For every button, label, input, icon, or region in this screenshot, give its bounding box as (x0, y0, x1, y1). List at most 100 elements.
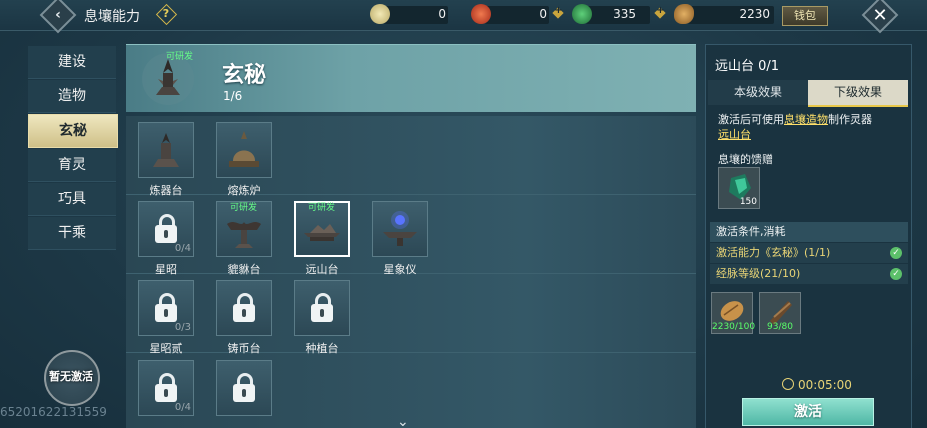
currency-value: 0 (438, 7, 446, 21)
nav-item-nurture[interactable]: 育灵 (28, 149, 116, 182)
astrolabe-icon (372, 201, 428, 257)
category-progress: 1/6 (223, 89, 243, 103)
nav-item-mystic[interactable]: 玄秘 (28, 114, 118, 148)
currency-value: 335 (613, 7, 636, 21)
question-icon[interactable]: ? (155, 3, 178, 26)
chevron-left-icon: ‹ (55, 7, 61, 23)
no-activation-badge[interactable]: 暂无激活 (44, 350, 102, 408)
lock-icon (231, 293, 257, 323)
mountain-platform-link[interactable]: 远山台 (718, 128, 751, 141)
lock-icon (153, 293, 179, 323)
tech-node-mountain-platform[interactable]: 可研发 远山台 (294, 201, 350, 276)
tech-node-label: 星象仪 (383, 263, 417, 276)
jade-coin-icon (370, 4, 390, 24)
wallet-button[interactable]: 钱包 (782, 6, 828, 26)
lock-icon (153, 214, 179, 244)
currency-value: 2230 (739, 7, 770, 21)
green-jade-icon (572, 4, 592, 24)
researchable-tag: 可研发 (308, 203, 336, 213)
tech-node-progress: 0/4 (174, 402, 191, 413)
tech-node-xingzhao-2[interactable]: 0/3 星昭贰 (138, 280, 194, 355)
add-currency-icon[interactable]: + (654, 5, 666, 19)
tab-current-level[interactable]: 本级效果 (708, 80, 808, 105)
detail-title: 远山台 0/1 (715, 59, 780, 74)
cost-quantity: 93/80 (767, 322, 793, 332)
smelting-furnace-icon (216, 122, 272, 178)
tech-node-forge-table[interactable]: 炼器台 (138, 122, 194, 197)
tech-node-planting-table[interactable]: 种植台 (294, 280, 350, 355)
desc-text: 激活后可使用 (718, 113, 784, 126)
nav-item-vehicles[interactable]: 干乘 (28, 217, 116, 250)
tech-node-label: 炼器台 (149, 184, 183, 197)
currency-green-jade: 335 (572, 4, 652, 25)
conditions-header: 激活条件,消耗 (710, 222, 908, 242)
condition-text: 经脉等级(21/10) (716, 267, 801, 280)
close-icon: ✕ (872, 4, 888, 26)
researchable-tag: 可研发 (230, 203, 258, 213)
back-button[interactable]: ‹ (39, 0, 77, 34)
tech-node-label: 远山台 (305, 263, 339, 276)
gift-material-item[interactable]: 150 (718, 167, 760, 209)
tech-node-locked-1[interactable]: 0/4 (138, 360, 194, 416)
tech-node-label: 星昭贰 (149, 342, 183, 355)
nav-item-construction[interactable]: 建设 (28, 46, 116, 79)
timer-value: 00:05:00 (798, 378, 852, 392)
nav-item-crafting[interactable]: 造物 (28, 80, 116, 113)
category-header: 可研发 玄秘 1/6 (126, 44, 696, 112)
nav-item-tools[interactable]: 巧具 (28, 183, 116, 216)
top-bar: ‹ 息壤能力 ? 0 0 + 335 + 2230 钱包 ✕ (0, 0, 927, 34)
tech-node-astrolabe[interactable]: 星象仪 (372, 201, 428, 276)
tech-node-label: 星昭 (155, 263, 177, 276)
add-currency-icon[interactable]: + (552, 5, 564, 19)
condition-row: 经脉等级(21/10) ✓ (710, 264, 908, 284)
category-title: 玄秘 (222, 63, 267, 88)
cost-item-gourd[interactable]: 2230/100 (711, 292, 756, 334)
red-orb-icon (471, 4, 491, 24)
chevron-down-icon[interactable]: ⌄ (397, 414, 409, 428)
tech-node-label: 铸币台 (227, 342, 261, 355)
material-label: 息壤的馈赠 (718, 153, 773, 166)
currency-jade-coin: 0 (370, 4, 450, 25)
no-activation-label: 暂无激活 (49, 370, 93, 383)
research-timer: 00:05:00 (782, 378, 852, 392)
page-title: 息壤能力 (84, 9, 140, 25)
cost-item-wood[interactable]: 93/80 (759, 292, 801, 334)
clock-icon (782, 378, 794, 390)
lock-icon (309, 293, 335, 323)
tech-node-locked-2[interactable] (216, 360, 272, 416)
currency-gourd: 2230 (674, 4, 774, 25)
lock-icon (231, 373, 257, 403)
tech-node-smelting-furnace[interactable]: 熔炼炉 (216, 122, 272, 197)
tech-node-label: 种植台 (305, 342, 339, 355)
researchable-tag: 可研发 (166, 52, 194, 62)
tech-node-mint-table[interactable]: 铸币台 (216, 280, 272, 355)
effect-description: 激活后可使用息壤造物制作灵器 远山台 (718, 112, 908, 142)
tech-tree-panel: 可研发 玄秘 1/6 炼器台 熔炼炉 0/4 星昭 可研发 貔貅台 可研发 远山… (126, 44, 698, 428)
check-icon: ✓ (890, 268, 902, 280)
tech-node-label: 熔炼炉 (227, 184, 261, 197)
close-button[interactable]: ✕ (861, 0, 899, 34)
condition-text: 激活能力《玄秘》(1/1) (716, 246, 831, 259)
condition-row: 激活能力《玄秘》(1/1) ✓ (710, 243, 908, 263)
tech-node-label: 貔貅台 (227, 263, 261, 276)
detail-panel: 远山台 0/1 本级效果 下级效果 激活后可使用息壤造物制作灵器 远山台 息壤的… (705, 44, 912, 428)
tech-node-pixiu-platform[interactable]: 可研发 貔貅台 (216, 201, 272, 276)
check-icon: ✓ (890, 247, 902, 259)
app-root: ‹ 息壤能力 ? 0 0 + 335 + 2230 钱包 ✕ 建设 造物 玄秘 … (0, 0, 927, 428)
tech-node-xingzhao[interactable]: 0/4 星昭 (138, 201, 194, 276)
material-quantity: 150 (739, 197, 757, 207)
category-nav: 建设 造物 玄秘 育灵 巧具 干乘 (28, 46, 118, 256)
desc-text: 制作灵器 (828, 113, 872, 126)
user-id-watermark: 65201622131559 (0, 405, 107, 419)
forge-table-icon (138, 122, 194, 178)
tab-next-level[interactable]: 下级效果 (808, 80, 908, 107)
activate-button[interactable]: 激活 (742, 398, 874, 426)
cost-quantity: 2230/100 (712, 322, 756, 332)
category-thumbnail: 可研发 (140, 51, 196, 107)
crafting-link[interactable]: 息壤造物 (784, 113, 828, 126)
currency-red-orb: 0 (471, 4, 551, 25)
lock-icon (153, 373, 179, 403)
gourd-icon (674, 4, 694, 24)
currency-value: 0 (539, 7, 547, 21)
tech-row (126, 353, 696, 428)
